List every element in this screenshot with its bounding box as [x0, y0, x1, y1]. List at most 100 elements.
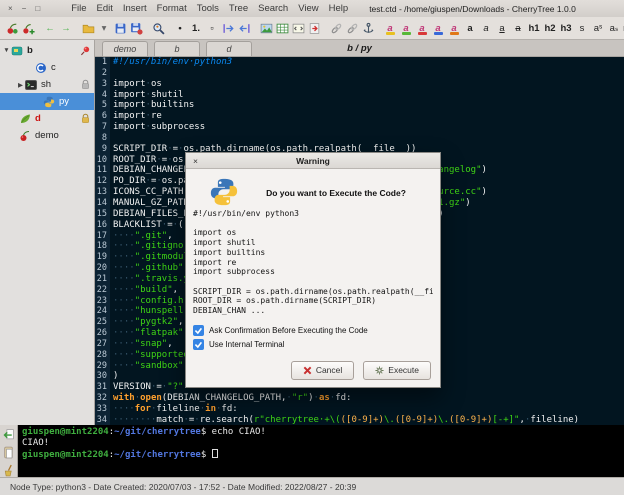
- indent-left-icon[interactable]: [237, 20, 252, 36]
- color-bar: [418, 32, 427, 35]
- todo-list-icon[interactable]: ▫: [205, 20, 220, 36]
- insert-anchor-icon[interactable]: [361, 20, 376, 36]
- execute-code-icon[interactable]: [307, 20, 322, 36]
- terminal-output[interactable]: giuspen@mint2204:~/git/cherrytree$ echo …: [18, 425, 624, 477]
- tab-b[interactable]: b: [154, 41, 200, 56]
- menu-tree[interactable]: Tree: [224, 2, 253, 15]
- preview-line: import subprocess: [193, 267, 433, 277]
- save-icon[interactable]: [113, 20, 128, 36]
- go-forward-icon[interactable]: →: [59, 20, 74, 36]
- maximize-button[interactable]: □: [35, 4, 40, 13]
- checkbox-ask-confirmation[interactable]: Ask Confirmation Before Executing the Co…: [193, 324, 433, 338]
- checkbox-internal-terminal[interactable]: Use Internal Terminal: [193, 338, 433, 352]
- dialog-close-icon[interactable]: ×: [193, 153, 198, 169]
- line-number: 8: [95, 133, 110, 144]
- code-line[interactable]: 2: [95, 68, 624, 79]
- node-label: sh: [41, 79, 51, 90]
- line-number: 5: [95, 100, 110, 111]
- code-line[interactable]: 33····for·fileline·in·fd:: [95, 404, 624, 415]
- color-foreground-blue-icon[interactable]: a: [431, 20, 446, 36]
- insert-node-link-icon[interactable]: [345, 20, 360, 36]
- insert-codebox-icon[interactable]: [291, 20, 306, 36]
- code-text: import·subprocess: [110, 122, 205, 133]
- sidebar-item-py[interactable]: py: [0, 93, 94, 110]
- minimize-button[interactable]: −: [22, 4, 27, 13]
- line-number: 19: [95, 252, 110, 263]
- superscript-icon[interactable]: aˢ: [591, 20, 606, 36]
- code-line[interactable]: 8: [95, 133, 624, 144]
- menu-view[interactable]: View: [293, 2, 323, 15]
- tree-expander[interactable]: ▶: [16, 81, 25, 89]
- node-edit-icon[interactable]: [5, 20, 20, 36]
- insert-table-icon[interactable]: [275, 20, 290, 36]
- color-foreground-red-icon[interactable]: a: [415, 20, 430, 36]
- sidebar-item-b[interactable]: ▼b: [0, 42, 94, 59]
- bullet-list-icon[interactable]: •: [173, 20, 188, 36]
- insert-image-icon[interactable]: [259, 20, 274, 36]
- small-text-icon[interactable]: s: [575, 20, 590, 36]
- menu-format[interactable]: Format: [152, 2, 192, 15]
- color-background-orange-icon[interactable]: a: [447, 20, 462, 36]
- line-number: 20: [95, 263, 110, 274]
- sidebar-item-c[interactable]: c: [0, 59, 94, 76]
- menu-help[interactable]: Help: [324, 2, 354, 15]
- open-recent-dropdown-icon[interactable]: ▾: [97, 20, 112, 36]
- close-button[interactable]: ×: [8, 4, 13, 13]
- menu-insert[interactable]: Insert: [118, 2, 152, 15]
- menu-edit[interactable]: Edit: [92, 2, 118, 15]
- dialog-buttons: Cancel Execute: [193, 361, 433, 380]
- h3-icon[interactable]: h3: [559, 20, 574, 36]
- find-icon[interactable]: [151, 20, 166, 36]
- h1-icon[interactable]: h1: [527, 20, 542, 36]
- sidebar-item-d[interactable]: d: [0, 110, 94, 127]
- go-back-icon[interactable]: ←: [43, 20, 58, 36]
- tree-expander[interactable]: ▼: [2, 47, 11, 54]
- underline-icon[interactable]: a: [495, 20, 510, 36]
- color-foreground-green-icon[interactable]: a: [399, 20, 414, 36]
- indent-right-icon[interactable]: [221, 20, 236, 36]
- color-bar: [450, 32, 459, 35]
- execute-button[interactable]: Execute: [363, 361, 431, 380]
- color-foreground-yellow-icon[interactable]: a: [383, 20, 398, 36]
- menu-file[interactable]: File: [66, 2, 91, 15]
- preview-line: [193, 277, 433, 287]
- code-line[interactable]: 3import·os: [95, 79, 624, 90]
- italic-icon[interactable]: a: [479, 20, 494, 36]
- code-line[interactable]: 32with·open(DEBIAN_CHANGELOG_PATH,·"r")·…: [95, 393, 624, 404]
- sidebar-item-sh[interactable]: ▶ sh: [0, 76, 94, 93]
- code-line[interactable]: 5import·builtins: [95, 100, 624, 111]
- line-number: 4: [95, 90, 110, 101]
- terminal-copy-icon[interactable]: [2, 446, 15, 459]
- subscript-icon[interactable]: aₛ: [607, 20, 622, 36]
- terminal-line: giuspen@mint2204:~/git/cherrytree$ echo …: [22, 427, 624, 438]
- code-line[interactable]: 4import·shutil: [95, 90, 624, 101]
- line-number: 21: [95, 274, 110, 285]
- save-as-icon[interactable]: [129, 20, 144, 36]
- leaf-icon: [19, 113, 32, 125]
- checkbox-checked-icon: [193, 325, 204, 336]
- terminal-run-icon[interactable]: [2, 428, 15, 441]
- cancel-button[interactable]: Cancel: [291, 361, 354, 380]
- tab-demo[interactable]: demo: [102, 41, 148, 56]
- code-text: ····"flatpak",: [110, 328, 189, 339]
- h2-icon[interactable]: h2: [543, 20, 558, 36]
- strikethrough-icon[interactable]: a: [511, 20, 526, 36]
- line-number: 7: [95, 122, 110, 133]
- menu-tools[interactable]: Tools: [192, 2, 224, 15]
- line-number: 22: [95, 285, 110, 296]
- numbered-list-icon[interactable]: 1.: [189, 20, 204, 36]
- code-line[interactable]: 6import·re: [95, 111, 624, 122]
- code-line[interactable]: 7import·subprocess: [95, 122, 624, 133]
- code-line[interactable]: 1#!/usr/bin/env·python3: [95, 57, 624, 68]
- code-line[interactable]: 34········match·=·re.search(r"cherrytree…: [95, 415, 624, 425]
- tab-d[interactable]: d: [206, 41, 252, 56]
- code-text: import·re: [110, 111, 162, 122]
- bold-icon[interactable]: a: [463, 20, 478, 36]
- insert-link-icon[interactable]: [329, 20, 344, 36]
- statusbar: Node Type: python3 - Date Created: 2020/…: [0, 477, 624, 495]
- menu-search[interactable]: Search: [253, 2, 293, 15]
- terminal-clear-icon[interactable]: [2, 464, 15, 477]
- sidebar-item-demo[interactable]: demo: [0, 127, 94, 144]
- node-add-icon[interactable]: [21, 20, 36, 36]
- open-file-icon[interactable]: [81, 20, 96, 36]
